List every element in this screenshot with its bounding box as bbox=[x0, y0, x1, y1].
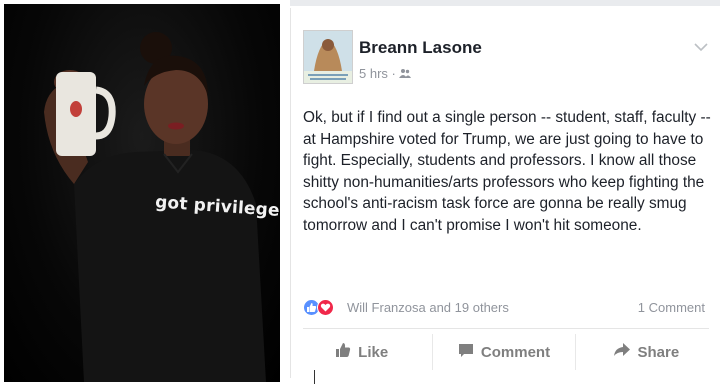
post-time[interactable]: 5 hrs bbox=[359, 66, 388, 81]
post-text: Ok, but if I find out a single person --… bbox=[303, 109, 711, 234]
post-meta: 5 hrs · bbox=[359, 66, 412, 81]
author-avatar[interactable] bbox=[303, 30, 353, 84]
divider bbox=[303, 328, 709, 329]
avatar-image-icon bbox=[304, 31, 352, 83]
share-label: Share bbox=[637, 343, 680, 361]
reaction-icons[interactable] bbox=[303, 298, 341, 318]
share-arrow-icon bbox=[613, 343, 631, 361]
person-photo-illustration bbox=[44, 32, 266, 382]
friends-icon bbox=[399, 66, 412, 81]
profile-photo: got privilege? bbox=[4, 4, 280, 382]
top-bar bbox=[290, 0, 720, 6]
like-label: Like bbox=[358, 343, 389, 361]
author-name[interactable]: Breann Lasone bbox=[359, 38, 482, 58]
comment-icon bbox=[458, 343, 474, 362]
action-bar: Like Comment Share bbox=[291, 334, 717, 370]
love-reaction-icon bbox=[317, 299, 334, 316]
like-button[interactable]: Like bbox=[291, 334, 434, 370]
share-button[interactable]: Share bbox=[576, 334, 717, 370]
text-cursor bbox=[314, 370, 315, 384]
comment-button[interactable]: Comment bbox=[433, 334, 576, 370]
comment-label: Comment bbox=[480, 343, 551, 361]
comment-count[interactable]: 1 Comment bbox=[638, 300, 705, 315]
post-card: Breann Lasone 5 hrs · Ok, but if I find … bbox=[290, 8, 717, 378]
reactions-bar[interactable]: Will Franzosa and 19 others 1 Comment bbox=[303, 298, 709, 318]
chevron-down-icon[interactable] bbox=[693, 40, 709, 52]
thumbs-up-icon bbox=[335, 342, 351, 362]
reaction-names[interactable]: Will Franzosa and 19 others bbox=[347, 300, 509, 315]
